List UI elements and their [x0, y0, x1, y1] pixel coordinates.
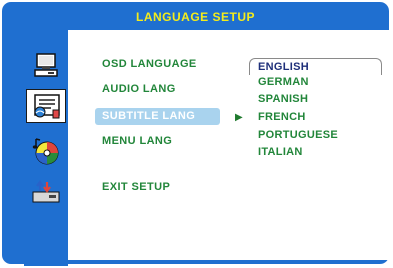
- option-french[interactable]: FRENCH: [258, 109, 306, 125]
- menu-item-osd-language[interactable]: OSD LANGUAGE: [102, 56, 197, 73]
- menu-item-subtitle-lang[interactable]: SUBTITLE LANG: [95, 108, 220, 125]
- option-portuguese[interactable]: PORTUGUESE: [258, 127, 338, 143]
- option-italian[interactable]: ITALIAN: [258, 144, 303, 160]
- option-english[interactable]: ENGLISH: [249, 58, 382, 75]
- computer-icon[interactable]: [24, 48, 68, 82]
- page-title: LANGUAGE SETUP: [135, 10, 255, 24]
- option-german[interactable]: GERMAN: [258, 74, 309, 90]
- preferences-icon[interactable]: [24, 176, 68, 210]
- menu-item-audio-lang[interactable]: AUDIO LANG: [102, 81, 176, 98]
- content-panel: OSD LANGUAGE AUDIO LANG SUBTITLE LANG ME…: [68, 30, 389, 260]
- audio-disc-icon[interactable]: [24, 134, 68, 168]
- option-spanish[interactable]: SPANISH: [258, 91, 308, 107]
- setup-window: LANGUAGE SETUP OSD LANGUAGE AUDIO LANG S…: [2, 2, 389, 266]
- sidebar: [24, 42, 68, 266]
- submenu-arrow-icon: ▶: [235, 112, 243, 123]
- menu-item-menu-lang[interactable]: MENU LANG: [102, 133, 172, 150]
- language-settings-icon[interactable]: [26, 89, 66, 123]
- menu-item-exit-setup[interactable]: EXIT SETUP: [102, 179, 170, 196]
